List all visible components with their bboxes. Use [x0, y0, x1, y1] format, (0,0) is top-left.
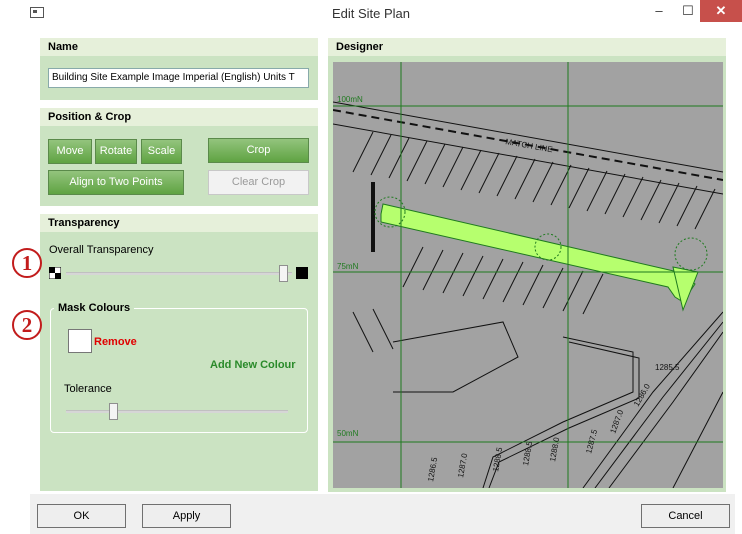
overall-transparency-track[interactable] [66, 272, 292, 275]
tolerance-track[interactable] [66, 410, 288, 413]
maximize-button[interactable]: ☐ [675, 0, 701, 22]
clear-crop-button[interactable]: Clear Crop [208, 170, 309, 195]
mask-colour-swatch[interactable] [68, 329, 92, 353]
grid-label-50: 50mN [337, 429, 359, 438]
solid-black-icon [296, 267, 308, 279]
cancel-button[interactable]: Cancel [641, 504, 730, 528]
callout-badge-2: 2 [12, 310, 42, 340]
edit-site-plan-window: Edit Site Plan – ☐ ✕ Name Building Site … [0, 0, 742, 534]
transparency-panel-header: Transparency [40, 214, 318, 232]
name-panel-header: Name [40, 38, 318, 56]
grid-label-100: 100mN [337, 95, 363, 104]
add-new-colour-link[interactable]: Add New Colour [210, 359, 296, 371]
minimize-button[interactable]: – [646, 0, 672, 22]
mask-colours-title: Mask Colours [54, 302, 135, 314]
scale-button[interactable]: Scale [141, 139, 182, 164]
overall-transparency-thumb[interactable] [278, 265, 288, 282]
apply-button[interactable]: Apply [142, 504, 231, 528]
dialog-footer [30, 494, 735, 534]
grid-label-75: 75mN [337, 262, 359, 271]
name-input[interactable]: Building Site Example Image Imperial (En… [48, 68, 309, 88]
designer-panel-header: Designer [328, 38, 726, 56]
window-title: Edit Site Plan [331, 6, 411, 21]
rotate-button[interactable]: Rotate [95, 139, 137, 164]
move-button[interactable]: Move [48, 139, 92, 164]
title-bar: Edit Site Plan – ☐ ✕ [0, 0, 742, 28]
crop-button[interactable]: Crop [208, 138, 309, 163]
checkerboard-icon [49, 267, 61, 279]
designer-canvas[interactable]: 100mN 75mN 50mN MATCH LINE 1285.5 1286.0… [333, 62, 723, 488]
ok-button[interactable]: OK [37, 504, 126, 528]
callout-badge-1: 1 [12, 248, 42, 278]
contour-label-1: 1285.5 [655, 363, 680, 372]
remove-colour-link[interactable]: Remove [94, 336, 137, 348]
align-two-points-button[interactable]: Align to Two Points [48, 170, 184, 195]
tolerance-thumb[interactable] [108, 403, 118, 420]
overall-transparency-label: Overall Transparency [49, 244, 154, 256]
position-crop-panel-header: Position & Crop [40, 108, 318, 126]
tolerance-label: Tolerance [64, 383, 112, 395]
close-button[interactable]: ✕ [700, 0, 742, 22]
